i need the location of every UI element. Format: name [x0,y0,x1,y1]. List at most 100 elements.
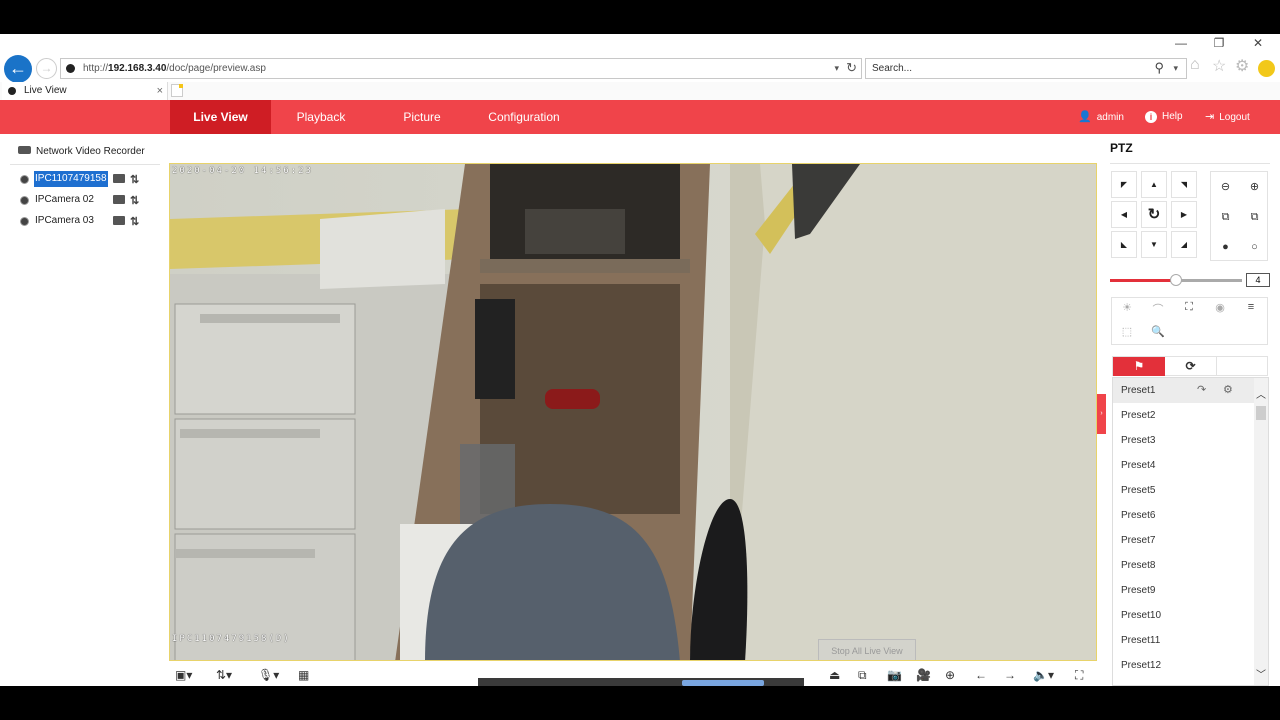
preset-item[interactable]: Preset7 [1113,528,1254,553]
stream-icon[interactable]: ⇅ [130,193,139,209]
address-bar[interactable]: http://192.168.3.40/doc/page/preview.asp… [60,58,862,79]
stream-type-icon[interactable]: ⇅▾ [216,668,232,682]
ptz-left-button[interactable]: ◀ [1111,201,1137,228]
tab-preset[interactable]: ⚑ [1113,357,1165,376]
timeline-thumb[interactable] [682,680,764,686]
record-icon[interactable] [113,195,125,204]
zoom-in-icon[interactable]: ⊕ [1240,172,1269,202]
logout-link[interactable]: ⇥ Logout [1205,100,1250,134]
3d-zoom-icon[interactable]: 🔍 [1143,325,1173,338]
preset-item[interactable]: Preset10 [1113,603,1254,628]
preset-item[interactable]: Preset12 [1113,653,1254,678]
browser-window: — ❐ ✕ ← → http://192.168.3.40/doc/page/p… [0,34,1280,686]
focus-near-icon[interactable]: ⧉ [1211,202,1240,232]
fullscreen-icon[interactable]: ⛶ [1075,668,1083,683]
user-menu[interactable]: 👤 admin [1078,100,1124,134]
help-link[interactable]: i Help [1145,100,1183,134]
ptz-speed-slider[interactable] [1110,274,1242,286]
search-icon[interactable]: ⚲ [1154,58,1164,77]
digital-zoom-icon[interactable]: ⊕ [945,668,955,682]
close-window-button[interactable]: ✕ [1251,36,1265,50]
record-icon[interactable] [113,174,125,183]
preset-scrollbar[interactable]: ︿ ﹀ [1254,378,1268,685]
light-icon[interactable]: ☀ [1112,301,1142,314]
ptz-down-button[interactable]: ▼ [1141,231,1167,258]
wiper-icon[interactable]: ⌒ [1143,301,1173,317]
camera-label: IPC1107479158 [34,171,108,187]
preset-item[interactable]: Preset6 [1113,503,1254,528]
record-video-icon[interactable]: 🎥 [916,668,931,682]
ptz-up-right-button[interactable]: ◥ [1171,171,1197,198]
ptz-up-left-button[interactable]: ◤ [1111,171,1137,198]
previous-page-icon[interactable]: ← [975,668,987,682]
stream-icon[interactable]: ⇅ [130,214,139,230]
slider-knob[interactable] [1170,274,1182,286]
search-dropdown-icon[interactable]: ▾ [1173,59,1178,78]
ptz-right-button[interactable]: ▶ [1171,201,1197,228]
audio-muted-icon[interactable]: 🔈▾ [1033,668,1054,682]
microphone-icon[interactable]: 🎙▾ [258,668,279,682]
lens-controls: ⊖ ⊕ ⧉ ⧉ ● ○ [1210,171,1268,261]
tab-title: Live View [24,85,67,96]
feedback-smiley-icon[interactable] [1258,60,1275,77]
set-preset-icon[interactable]: ⚙ [1223,378,1233,403]
start-all-live-view-icon[interactable]: ⧉ [858,668,867,683]
manual-track-icon[interactable]: ⬚ [1112,325,1142,338]
settings-gear-icon[interactable]: ⚙ [1235,56,1249,76]
stream-icon[interactable]: ⇅ [130,172,139,188]
new-tab-button[interactable] [171,84,183,97]
restore-button[interactable]: ❐ [1212,36,1226,50]
preset-item[interactable]: Preset11 [1113,628,1254,653]
capture-icon[interactable]: 📷 [887,668,902,682]
preset-label: Preset6 [1121,510,1156,521]
stop-all-live-view-icon[interactable]: ⏏ [829,668,840,682]
preset-item[interactable]: Preset3 [1113,428,1254,453]
nav-picture[interactable]: Picture [390,100,454,134]
iris-open-icon[interactable]: ● [1211,232,1240,262]
next-page-icon[interactable]: → [1004,668,1016,682]
preset-item[interactable]: Preset8 [1113,553,1254,578]
preset-item[interactable]: Preset5 [1113,478,1254,503]
scrollbar-thumb[interactable] [1256,406,1266,420]
address-dropdown-icon[interactable]: ▾ [834,59,839,78]
record-icon[interactable] [113,216,125,225]
device-tree-root[interactable]: Network Video Recorder [18,146,145,157]
ptz-up-button[interactable]: ▲ [1141,171,1167,198]
window-layout-icon[interactable]: ▣▾ [175,668,192,682]
home-icon[interactable]: ⌂ [1190,56,1200,74]
iris-close-icon[interactable]: ○ [1240,232,1269,262]
preset-item[interactable]: Preset2 [1113,403,1254,428]
title-bar: — ❐ ✕ [0,34,1280,52]
ptz-down-right-button[interactable]: ◢ [1171,231,1197,258]
nav-live-view[interactable]: Live View [170,100,271,134]
tab-close-icon[interactable]: × [157,82,163,100]
back-button[interactable]: ← [4,55,32,83]
zoom-out-icon[interactable]: ⊖ [1211,172,1240,202]
timeline-bar[interactable] [478,678,804,686]
preset-item[interactable]: Preset1 ↷ ⚙ [1113,378,1254,403]
lens-init-icon[interactable]: ◉ [1205,301,1235,314]
preset-item[interactable]: Preset4 [1113,453,1254,478]
vca-icon[interactable]: ▦ [298,668,309,682]
live-video-window[interactable]: 2020-04-20 14:56:23 IPC1107479158(D) Sto… [169,163,1097,661]
ptz-down-left-button[interactable]: ◣ [1111,231,1137,258]
nav-configuration[interactable]: Configuration [480,100,568,134]
focus-far-icon[interactable]: ⧉ [1240,202,1269,232]
tab-live-view[interactable]: Live View × [2,82,168,100]
nav-playback[interactable]: Playback [280,100,362,134]
scroll-down-icon[interactable]: ﹀ [1256,666,1266,681]
call-preset-icon[interactable]: ↷ [1197,378,1206,403]
tab-pattern[interactable] [1217,357,1269,376]
forward-button[interactable]: → [36,58,57,79]
minimize-button[interactable]: — [1174,36,1188,50]
search-box[interactable]: Search... ⚲ ▾ [865,58,1187,79]
auxiliary-focus-icon[interactable]: ⛶ [1174,301,1204,314]
scroll-up-icon[interactable]: ︿ [1256,386,1266,401]
refresh-icon[interactable]: ↻ [846,58,857,77]
menu-icon[interactable]: ≡ [1236,301,1266,313]
collapse-panel-handle[interactable]: › [1097,394,1106,434]
tab-patrol[interactable]: ⟳ [1165,357,1217,376]
favorites-star-icon[interactable]: ☆ [1212,56,1226,76]
ptz-auto-scan-button[interactable]: ↻ [1141,201,1167,228]
preset-item[interactable]: Preset9 [1113,578,1254,603]
